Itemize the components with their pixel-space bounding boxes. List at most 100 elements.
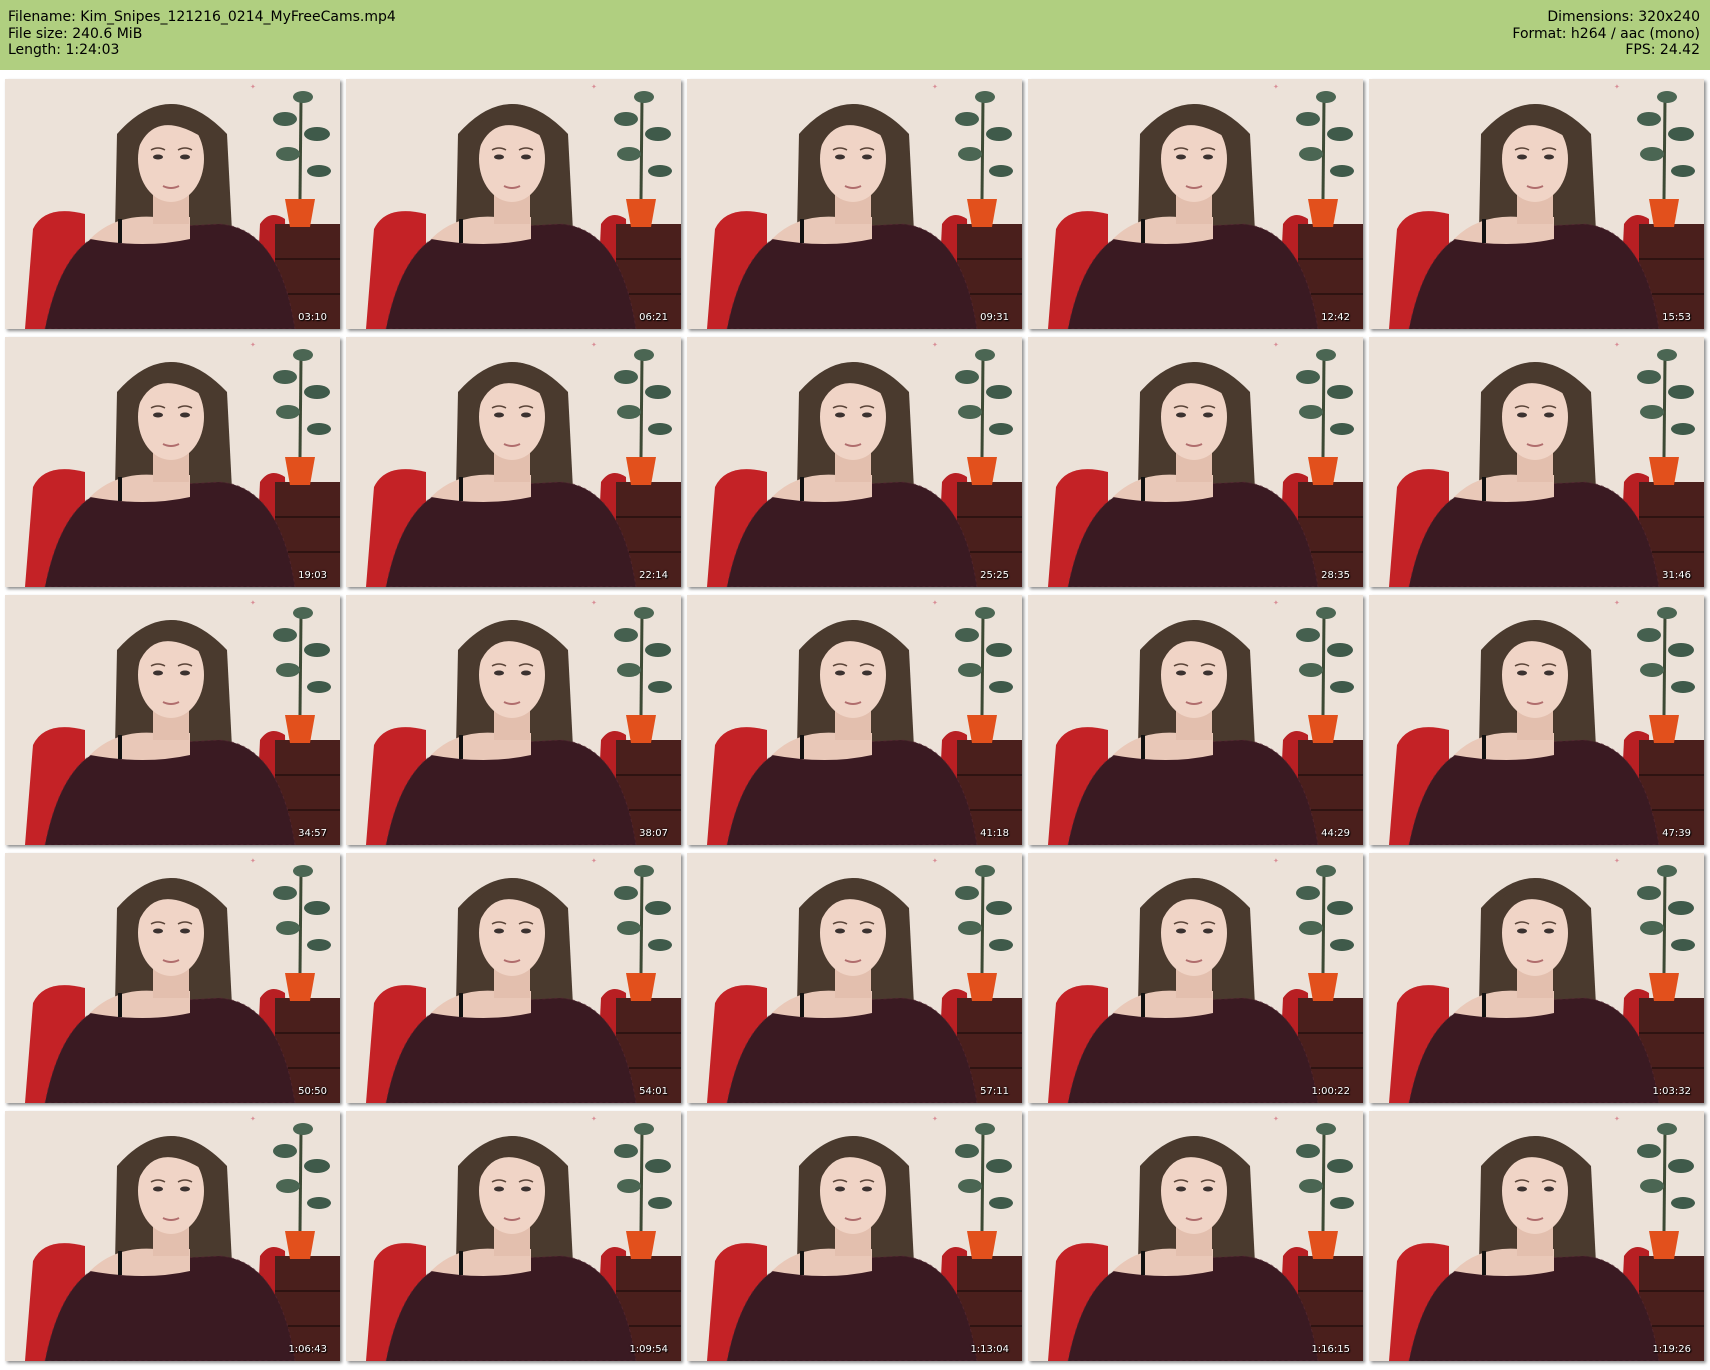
video-frame-image: ✦ [346,79,681,329]
video-frame-image: ✦ [1028,79,1363,329]
video-frame-image: ✦ [5,337,340,587]
svg-text:✦: ✦ [932,857,938,865]
svg-text:✦: ✦ [932,341,938,349]
thumbnail[interactable]: ✦ 03:10 [5,79,340,329]
video-frame-image: ✦ [5,79,340,329]
thumbnail-timestamp: 41:18 [980,828,1009,839]
thumbnail[interactable]: ✦ 54:01 [346,853,681,1103]
thumbnail[interactable]: ✦ 06:21 [346,79,681,329]
svg-text:✦: ✦ [591,341,597,349]
thumbnail[interactable]: ✦ 1:13:04 [687,1111,1022,1361]
svg-text:✦: ✦ [591,857,597,865]
dimensions-text: Dimensions: 320x240 [1547,9,1700,25]
video-frame-image: ✦ [1028,1111,1363,1361]
video-frame-image: ✦ [5,853,340,1103]
thumbnail[interactable]: ✦ 47:39 [1369,595,1704,845]
thumbnail-timestamp: 44:29 [1321,828,1350,839]
thumbnail-timestamp: 09:31 [980,312,1009,323]
thumbnail-timestamp: 22:14 [639,570,668,581]
video-frame-image: ✦ [1369,337,1704,587]
fps-text: FPS: 24.42 [1625,42,1700,58]
thumbnail-timestamp: 57:11 [980,1086,1009,1097]
video-frame-image: ✦ [1369,1111,1704,1361]
svg-text:✦: ✦ [1273,83,1279,91]
video-frame-image: ✦ [1369,79,1704,329]
filesize-text: File size: 240.6 MiB [8,25,143,42]
video-frame-image: ✦ [687,79,1022,329]
svg-text:✦: ✦ [1614,83,1620,91]
video-frame-image: ✦ [346,595,681,845]
svg-text:✦: ✦ [1273,599,1279,607]
svg-text:✦: ✦ [1614,1115,1620,1123]
thumbnail[interactable]: ✦ 1:06:43 [5,1111,340,1361]
thumbnail[interactable]: ✦ 1:00:22 [1028,853,1363,1103]
thumbnail-timestamp: 1:03:32 [1652,1086,1691,1097]
thumbnail[interactable]: ✦ 41:18 [687,595,1022,845]
svg-text:✦: ✦ [932,83,938,91]
svg-text:✦: ✦ [591,1115,597,1123]
svg-text:✦: ✦ [250,599,256,607]
thumbnail[interactable]: ✦ 57:11 [687,853,1022,1103]
thumbnail-timestamp: 28:35 [1321,570,1350,581]
thumbnail[interactable]: ✦ 44:29 [1028,595,1363,845]
thumbnail[interactable]: ✦ 31:46 [1369,337,1704,587]
video-frame-image: ✦ [346,853,681,1103]
thumbnail[interactable]: ✦ 15:53 [1369,79,1704,329]
thumbnail-timestamp: 06:21 [639,312,668,323]
thumbnail[interactable]: ✦ 38:07 [346,595,681,845]
thumbnail-timestamp: 38:07 [639,828,668,839]
thumbnail-timestamp: 1:19:26 [1652,1344,1691,1355]
thumbnail-timestamp: 1:09:54 [629,1344,668,1355]
thumbnail[interactable]: ✦ 1:16:15 [1028,1111,1363,1361]
video-frame-image: ✦ [1369,853,1704,1103]
thumbnail-grid: ✦ 03:10 ✦ 06:21 ✦ 09:31 ✦ 12:42 ✦ 15:53 ✦ 19:03 ✦ 22:… [5,79,1707,1361]
thumbnail[interactable]: ✦ 12:42 [1028,79,1363,329]
svg-text:✦: ✦ [1614,857,1620,865]
thumbnail[interactable]: ✦ 50:50 [5,853,340,1103]
thumbnail[interactable]: ✦ 22:14 [346,337,681,587]
filename-text: Filename: Kim_Snipes_121216_0214_MyFreeC… [8,9,396,25]
length-text: Length: 1:24:03 [8,42,120,58]
video-frame-image: ✦ [346,337,681,587]
thumbnail-timestamp: 1:06:43 [288,1344,327,1355]
thumbnail-timestamp: 12:42 [1321,312,1350,323]
video-frame-image: ✦ [1028,337,1363,587]
video-frame-image: ✦ [687,1111,1022,1361]
video-frame-image: ✦ [1028,853,1363,1103]
thumbnail-timestamp: 25:25 [980,570,1009,581]
svg-text:✦: ✦ [591,599,597,607]
svg-text:✦: ✦ [1273,857,1279,865]
thumbnail-timestamp: 19:03 [298,570,327,581]
video-frame-image: ✦ [687,853,1022,1103]
media-info: Dimensions: 320x240 Format: h264 / aac (… [1512,9,1700,59]
svg-text:✦: ✦ [932,599,938,607]
thumbnail[interactable]: ✦ 1:03:32 [1369,853,1704,1103]
thumbnail[interactable]: ✦ 09:31 [687,79,1022,329]
thumbnail-timestamp: 1:16:15 [1311,1344,1350,1355]
video-frame-image: ✦ [1028,595,1363,845]
svg-text:✦: ✦ [932,1115,938,1123]
thumbnail-timestamp: 15:53 [1662,312,1691,323]
thumbnail[interactable]: ✦ 34:57 [5,595,340,845]
video-frame-image: ✦ [5,595,340,845]
thumbnail-timestamp: 50:50 [298,1086,327,1097]
thumbnail-timestamp: 54:01 [639,1086,668,1097]
svg-text:✦: ✦ [1614,341,1620,349]
thumbnail[interactable]: ✦ 25:25 [687,337,1022,587]
thumbnail[interactable]: ✦ 1:09:54 [346,1111,681,1361]
thumbnail-timestamp: 34:57 [298,828,327,839]
video-frame-image: ✦ [346,1111,681,1361]
thumbnail-timestamp: 47:39 [1662,828,1691,839]
thumbnail-timestamp: 1:13:04 [970,1344,1009,1355]
thumbnail[interactable]: ✦ 1:19:26 [1369,1111,1704,1361]
video-frame-image: ✦ [687,337,1022,587]
thumbnail[interactable]: ✦ 28:35 [1028,337,1363,587]
thumbnail[interactable]: ✦ 19:03 [5,337,340,587]
svg-text:✦: ✦ [1273,341,1279,349]
svg-text:✦: ✦ [250,857,256,865]
video-frame-image: ✦ [5,1111,340,1361]
video-frame-image: ✦ [1369,595,1704,845]
info-header: Filename: Kim_Snipes_121216_0214_MyFreeC… [0,0,1710,70]
svg-text:✦: ✦ [591,83,597,91]
thumbnail-timestamp: 03:10 [298,312,327,323]
